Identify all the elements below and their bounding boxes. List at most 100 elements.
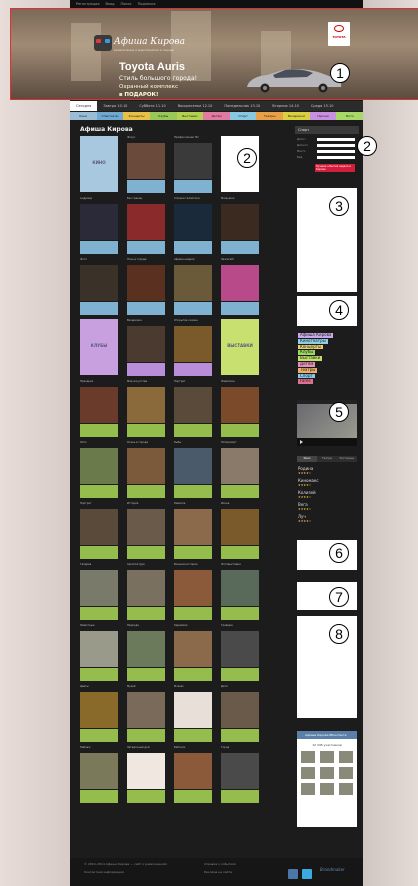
event-card-image[interactable] — [80, 265, 118, 301]
event-card-image[interactable] — [80, 509, 118, 545]
event-card-title[interactable]: Портрет — [174, 380, 212, 386]
event-card-image[interactable] — [174, 448, 212, 484]
topbar-link-subscribe[interactable]: Подписка — [138, 2, 156, 6]
footer-link[interactable]: Реклама на сайте — [204, 870, 232, 874]
vk-widget[interactable]: Афиша Кирова ВКонтакте 12 345 участников — [297, 731, 357, 827]
event-card[interactable]: Дети — [221, 685, 259, 743]
event-card[interactable]: Бабочки — [174, 746, 212, 804]
event-card-image[interactable] — [127, 448, 165, 484]
event-card-title[interactable]: Животные — [80, 624, 118, 630]
event-card-title[interactable]: Праздник — [80, 380, 118, 386]
event-card-image[interactable] — [127, 509, 165, 545]
event-card-image[interactable] — [221, 631, 259, 667]
search-field[interactable] — [317, 156, 355, 159]
event-card-title[interactable]: Галерея — [80, 563, 118, 569]
search-field[interactable] — [317, 150, 355, 153]
event-card-title[interactable]: Природа — [127, 624, 165, 630]
event-card-title[interactable]: Натюрморт — [221, 441, 259, 447]
topbar-link-login[interactable]: Вход — [105, 2, 114, 6]
avatar[interactable] — [320, 783, 334, 795]
rating-item[interactable]: Луч ★★★★☆ — [298, 514, 311, 523]
category-tab[interactable]: Кино — [70, 112, 97, 120]
event-card[interactable]: Цветы — [80, 685, 118, 743]
event-card[interactable]: Мальчики — [221, 197, 259, 255]
category-tab[interactable]: Театры — [256, 112, 284, 120]
category-tab[interactable]: Вечеринки — [283, 112, 310, 120]
event-card[interactable]: Осень в городе — [127, 441, 165, 499]
event-card-title[interactable]: Керамика — [174, 624, 212, 630]
event-card-image[interactable] — [80, 204, 118, 240]
event-card-title[interactable]: Рыбы — [174, 441, 212, 447]
event-card[interactable]: Лето — [80, 441, 118, 499]
event-card-title[interactable]: Стражи галактики — [174, 197, 212, 203]
category-list-item[interactable]: Fame — [298, 379, 313, 385]
event-card-title[interactable]: Picasso — [174, 685, 212, 691]
rating-item[interactable]: Вега ★★★★☆ — [298, 502, 311, 511]
rating-item[interactable]: Киномакс ★★★★☆ — [298, 478, 319, 487]
event-card[interactable]: Зажигай! — [221, 258, 259, 316]
event-card-title[interactable]: Загадочный дом — [127, 746, 165, 752]
event-card[interactable]: Галерея — [80, 563, 118, 621]
event-card-title[interactable]: Икона — [221, 502, 259, 508]
event-card-image[interactable] — [221, 204, 259, 240]
event-card[interactable]: Загадочный дом — [127, 746, 165, 804]
event-card-image[interactable] — [174, 570, 212, 606]
event-card-title[interactable]: Андроид — [80, 197, 118, 203]
event-card-image[interactable] — [174, 143, 212, 179]
event-card-image[interactable] — [80, 631, 118, 667]
promo-red-box[interactable]: Лучшие события недели в Кирове — [315, 164, 355, 172]
category-tab[interactable]: Фото — [336, 112, 364, 120]
event-card-title[interactable]: Афиша недели — [174, 258, 212, 264]
event-card[interactable]: Икона — [221, 502, 259, 560]
event-card[interactable]: Фото — [80, 258, 118, 316]
event-card-title[interactable]: Архитектура — [127, 563, 165, 569]
nav-day[interactable]: Понедельник 13.10 — [218, 101, 266, 111]
event-card-image[interactable] — [80, 570, 118, 606]
category-tab[interactable]: Спектакли — [96, 112, 124, 120]
event-card-image[interactable] — [221, 692, 259, 728]
event-card-image[interactable] — [127, 631, 165, 667]
tab-restaurants[interactable]: Рестораны — [337, 456, 357, 462]
event-card-title[interactable]: Осень в городе — [127, 441, 165, 447]
event-card[interactable]: Ночь в городе — [127, 258, 165, 316]
event-card-image[interactable] — [221, 387, 259, 423]
event-card[interactable]: Ремёсла — [174, 502, 212, 560]
event-card-image[interactable] — [174, 204, 212, 240]
avatar[interactable] — [339, 751, 353, 763]
event-card-title[interactable]: Без границ — [127, 197, 165, 203]
event-card-image[interactable] — [174, 692, 212, 728]
nav-day[interactable]: Завтра 10.10 — [97, 101, 133, 111]
event-card[interactable]: Вечеринка — [127, 319, 165, 377]
topbar-link-search[interactable]: Поиск — [121, 2, 132, 6]
category-tab[interactable]: Прочее — [309, 112, 337, 120]
event-card[interactable]: История — [127, 502, 165, 560]
event-card-title[interactable]: Мир искусства — [127, 380, 165, 386]
avatar[interactable] — [301, 751, 315, 763]
section-tile[interactable]: ВЫСТАВКИ — [221, 319, 259, 377]
event-card-image[interactable] — [221, 753, 259, 789]
event-card-title[interactable]: Живопись — [221, 380, 259, 386]
section-tile[interactable]: КИНО — [80, 136, 118, 194]
event-card-image[interactable] — [127, 265, 165, 301]
event-card-image[interactable] — [127, 204, 165, 240]
event-card-image[interactable] — [221, 509, 259, 545]
nav-day[interactable]: Вторник 14.10 — [266, 101, 305, 111]
event-card-title[interactable]: История — [127, 502, 165, 508]
event-card[interactable]: Стражи галактики — [174, 197, 212, 255]
event-card-title[interactable]: Ночь в городе — [127, 258, 165, 264]
topbar-link-register[interactable]: Регистрация — [76, 2, 99, 6]
avatar[interactable] — [320, 751, 334, 763]
event-card[interactable]: Животные — [80, 624, 118, 682]
avatar[interactable] — [301, 767, 315, 779]
event-card-title[interactable]: Дети — [221, 685, 259, 691]
event-card-title[interactable]: Бабочки — [174, 746, 212, 752]
footer-info[interactable]: Контактная информация — [84, 870, 184, 874]
event-card-image[interactable] — [127, 692, 165, 728]
event-card-image[interactable] — [174, 387, 212, 423]
event-card[interactable]: Андроид — [80, 197, 118, 255]
play-icon[interactable] — [300, 440, 303, 444]
event-card[interactable]: Живопись — [221, 380, 259, 438]
event-card-title[interactable]: Профессионал 3D — [174, 136, 212, 142]
event-card-image[interactable] — [127, 387, 165, 423]
event-card-title[interactable]: Фотовыставка — [221, 563, 259, 569]
